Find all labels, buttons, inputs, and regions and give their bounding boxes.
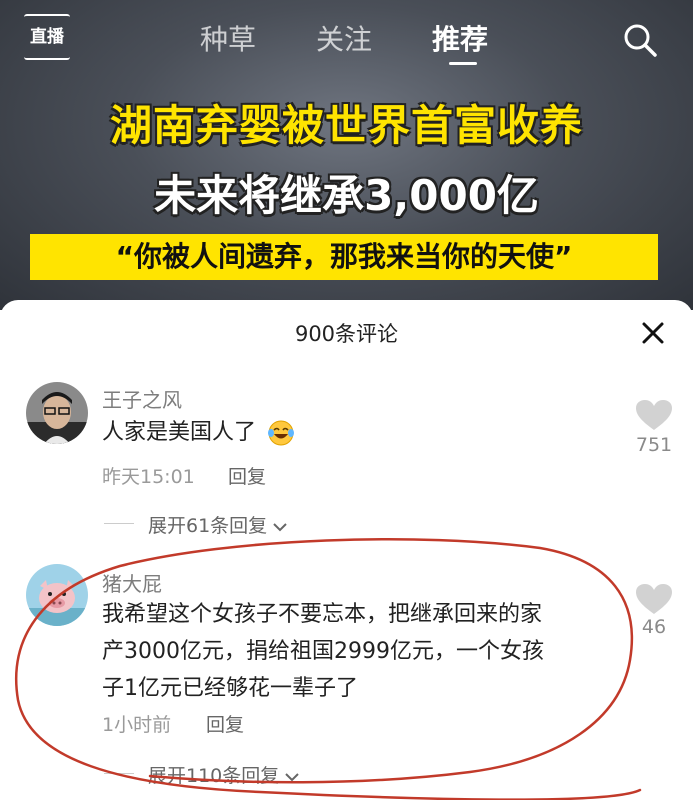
expand-replies-label: 展开61条回复 <box>148 515 268 537</box>
reply-button[interactable]: 回复 <box>228 462 266 489</box>
tab-following[interactable]: 关注 <box>316 18 372 58</box>
video-headline-line2: 未来将继承3,000亿 <box>154 171 539 220</box>
expand-divider <box>104 523 134 524</box>
tab-recommended[interactable]: 推荐 <box>432 18 488 58</box>
live-icon[interactable]: 直播 <box>24 14 70 60</box>
like-count: 46 <box>641 616 667 638</box>
live-label: 直播 <box>30 27 64 47</box>
video-quote-banner: “你被人间遗弃，那我来当你的天使” <box>30 234 658 280</box>
expand-divider <box>104 773 134 774</box>
expand-replies-label: 展开110条回复 <box>148 765 280 787</box>
comment-timestamp: 1小时前 <box>102 714 172 736</box>
expand-replies-button[interactable]: 展开110条回复 <box>148 761 300 788</box>
comments-sheet: 900条评论 王子之风 人家是美国人了 昨天15:01 回复 751 展开61条… <box>0 300 693 800</box>
comment-username[interactable]: 猪大屁 <box>102 568 162 597</box>
close-icon[interactable] <box>638 318 668 348</box>
top-navigation: 直播 种草 关注 推荐 <box>0 0 693 76</box>
comment-username[interactable]: 王子之风 <box>102 384 182 413</box>
comment-text-body: 人家是美国人了 <box>102 420 257 445</box>
chevron-down-icon <box>285 773 300 782</box>
heart-icon[interactable] <box>634 582 674 616</box>
comment-text: 我希望这个女孩子不要忘本，把继承回来的家 产3000亿元，捐给祖国2999亿元，… <box>102 596 612 707</box>
comment-text-line: 产3000亿元，捐给祖国2999亿元，一个女孩 <box>102 639 544 664</box>
avatar[interactable] <box>26 564 88 626</box>
video-background[interactable]: 直播 种草 关注 推荐 湖南弃婴被世界首富收养 未来将继承3,000亿 “你被人… <box>0 0 693 310</box>
laughing-tears-emoji-icon <box>268 420 295 446</box>
comment-timestamp: 昨天15:01 <box>102 466 195 488</box>
active-tab-indicator <box>449 62 477 65</box>
comments-count-title: 900条评论 <box>294 322 399 346</box>
tab-zhongcao[interactable]: 种草 <box>200 18 256 58</box>
comment-text-line: 我希望这个女孩子不要忘本，把继承回来的家 <box>102 602 543 627</box>
like-count: 751 <box>635 434 673 456</box>
search-icon[interactable] <box>620 20 660 60</box>
heart-icon[interactable] <box>634 398 674 432</box>
comment-text: 人家是美国人了 <box>102 414 295 451</box>
video-headline-line1: 湖南弃婴被世界首富收养 <box>109 101 583 150</box>
avatar[interactable] <box>26 382 88 444</box>
expand-replies-button[interactable]: 展开61条回复 <box>148 511 287 538</box>
chevron-down-icon <box>273 523 287 532</box>
reply-button[interactable]: 回复 <box>206 710 244 737</box>
comment-text-line: 子1亿元已经够花一辈子了 <box>102 676 358 701</box>
